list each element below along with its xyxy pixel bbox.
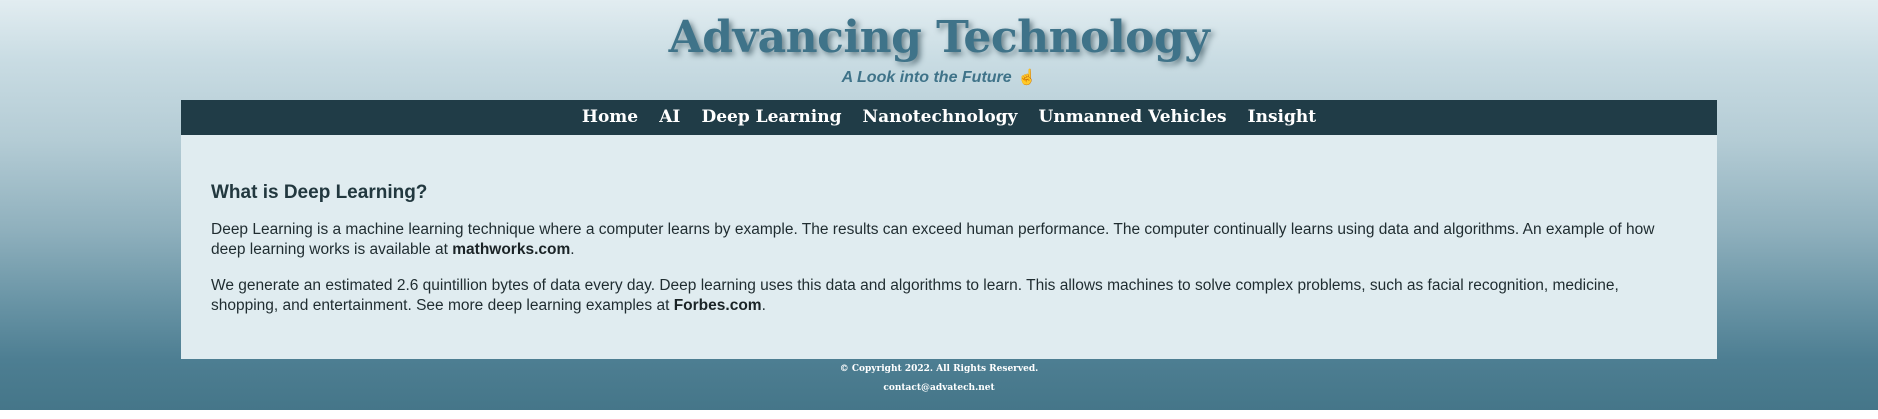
page: Advancing Technology A Look into the Fut…: [0, 0, 1878, 410]
site-footer: © Copyright 2022. All Rights Reserved. c…: [0, 360, 1878, 398]
paragraph-intro: Deep Learning is a machine learning tech…: [211, 220, 1687, 260]
nav-item-nanotechnology[interactable]: Nanotechnology: [863, 100, 1018, 135]
copyright-text: © Copyright 2022. All Rights Reserved.: [839, 364, 1039, 374]
nav-item-ai[interactable]: AI: [659, 100, 680, 135]
nav-item-home[interactable]: Home: [582, 100, 638, 135]
nav-item-insight[interactable]: Insight: [1248, 100, 1316, 135]
paragraph-data-end: .: [761, 297, 766, 314]
paragraph-intro-text: Deep Learning is a machine learning tech…: [211, 221, 1655, 258]
paragraph-data-text: We generate an estimated 2.6 quintillion…: [211, 277, 1619, 314]
mathworks-link[interactable]: mathworks.com: [452, 241, 570, 258]
site-header: Advancing Technology A Look into the Fut…: [0, 0, 1878, 100]
main-content: What is Deep Learning? Deep Learning is …: [181, 135, 1717, 359]
site-tagline: A Look into the Future ☝: [0, 68, 1878, 88]
paragraph-intro-end: .: [570, 241, 575, 258]
contact-email[interactable]: contact@advatech.net: [0, 379, 1878, 398]
pointing-hand-icon: ☝: [1017, 69, 1037, 86]
content-container: Home AI Deep Learning Nanotechnology Unm…: [181, 100, 1717, 359]
forbes-link[interactable]: Forbes.com: [674, 297, 762, 314]
main-navigation: Home AI Deep Learning Nanotechnology Unm…: [181, 100, 1717, 135]
nav-item-deep-learning[interactable]: Deep Learning: [701, 100, 841, 135]
paragraph-data: We generate an estimated 2.6 quintillion…: [211, 276, 1687, 316]
section-heading: What is Deep Learning?: [211, 182, 428, 203]
site-title: Advancing Technology: [668, 12, 1210, 63]
tagline-text: A Look into the Future: [841, 69, 1012, 86]
nav-item-unmanned-vehicles[interactable]: Unmanned Vehicles: [1039, 100, 1227, 135]
